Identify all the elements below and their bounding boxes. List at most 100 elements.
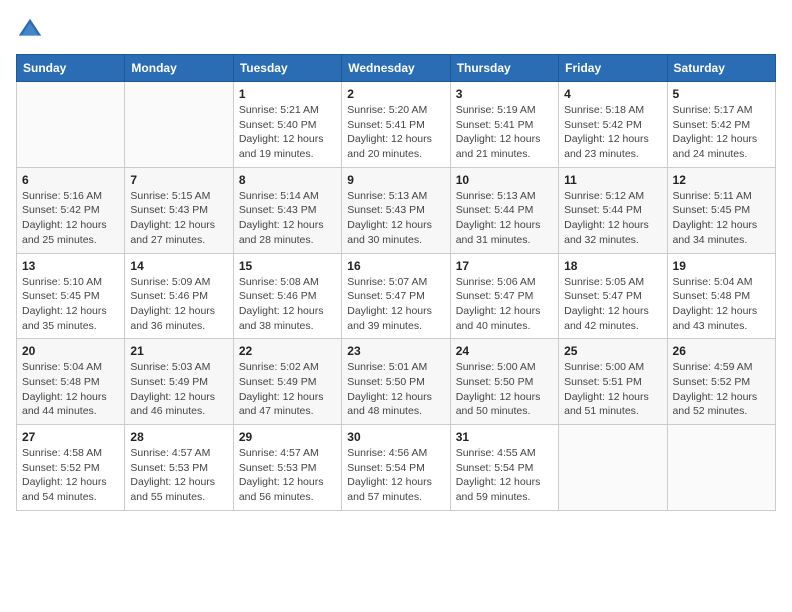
day-number: 19 <box>673 259 770 273</box>
calendar-cell: 1Sunrise: 5:21 AM Sunset: 5:40 PM Daylig… <box>233 82 341 168</box>
day-info: Sunrise: 5:02 AM Sunset: 5:49 PM Dayligh… <box>239 360 336 419</box>
day-number: 11 <box>564 173 661 187</box>
day-of-week-header: Wednesday <box>342 55 450 82</box>
day-number: 5 <box>673 87 770 101</box>
calendar-cell: 20 Sunrise: 5:04 AM Sunset: 5:48 PM Dayli… <box>17 339 125 425</box>
day-of-week-header: Saturday <box>667 55 775 82</box>
calendar-cell: 16 Sunrise: 5:07 AM Sunset: 5:47 PM Dayli… <box>342 253 450 339</box>
day-of-week-header: Tuesday <box>233 55 341 82</box>
day-number: 7 <box>130 173 227 187</box>
day-number: 14 <box>130 259 227 273</box>
day-number: 3 <box>456 87 553 101</box>
day-number: 1 <box>239 87 336 101</box>
day-info: Sunrise: 5:13 AM Sunset: 5:43 PM Dayligh… <box>347 189 444 248</box>
day-info: Sunrise: 5:07 AM Sunset: 5:47 PM Dayligh… <box>347 275 444 334</box>
day-info: Sunrise: 5:04 AM Sunset: 5:48 PM Dayligh… <box>673 275 770 334</box>
day-number: 16 <box>347 259 444 273</box>
calendar-cell: 21 Sunrise: 5:03 AM Sunset: 5:49 PM Dayli… <box>125 339 233 425</box>
calendar-cell: 29 Sunrise: 4:57 AM Sunset: 5:53 PM Dayli… <box>233 425 341 511</box>
day-number: 25 <box>564 344 661 358</box>
calendar-cell: 12 Sunrise: 5:11 AM Sunset: 5:45 PM Dayli… <box>667 167 775 253</box>
calendar-cell: 8Sunrise: 5:14 AM Sunset: 5:43 PM Daylig… <box>233 167 341 253</box>
day-number: 10 <box>456 173 553 187</box>
day-number: 13 <box>22 259 119 273</box>
page-header <box>16 16 776 44</box>
day-number: 22 <box>239 344 336 358</box>
day-info: Sunrise: 5:05 AM Sunset: 5:47 PM Dayligh… <box>564 275 661 334</box>
logo-icon <box>16 16 44 44</box>
day-number: 30 <box>347 430 444 444</box>
day-info: Sunrise: 5:04 AM Sunset: 5:48 PM Dayligh… <box>22 360 119 419</box>
calendar-cell: 24 Sunrise: 5:00 AM Sunset: 5:50 PM Dayli… <box>450 339 558 425</box>
calendar-cell: 28 Sunrise: 4:57 AM Sunset: 5:53 PM Dayli… <box>125 425 233 511</box>
calendar-cell: 23Sunrise: 5:01 AM Sunset: 5:50 PM Dayli… <box>342 339 450 425</box>
day-info: Sunrise: 5:19 AM Sunset: 5:41 PM Dayligh… <box>456 103 553 162</box>
calendar-cell: 5Sunrise: 5:17 AM Sunset: 5:42 PM Daylig… <box>667 82 775 168</box>
calendar-cell: 22 Sunrise: 5:02 AM Sunset: 5:49 PM Dayli… <box>233 339 341 425</box>
day-info: Sunrise: 4:58 AM Sunset: 5:52 PM Dayligh… <box>22 446 119 505</box>
day-info: Sunrise: 5:13 AM Sunset: 5:44 PM Dayligh… <box>456 189 553 248</box>
day-info: Sunrise: 4:57 AM Sunset: 5:53 PM Dayligh… <box>239 446 336 505</box>
calendar-week-row: 20 Sunrise: 5:04 AM Sunset: 5:48 PM Dayli… <box>17 339 776 425</box>
calendar-cell: 6Sunrise: 5:16 AM Sunset: 5:42 PM Daylig… <box>17 167 125 253</box>
calendar-cell: 27 Sunrise: 4:58 AM Sunset: 5:52 PM Dayli… <box>17 425 125 511</box>
calendar-cell: 7 Sunrise: 5:15 AM Sunset: 5:43 PM Daylig… <box>125 167 233 253</box>
day-number: 9 <box>347 173 444 187</box>
day-info: Sunrise: 4:59 AM Sunset: 5:52 PM Dayligh… <box>673 360 770 419</box>
calendar-cell: 10 Sunrise: 5:13 AM Sunset: 5:44 PM Dayli… <box>450 167 558 253</box>
calendar-cell: 18Sunrise: 5:05 AM Sunset: 5:47 PM Dayli… <box>559 253 667 339</box>
day-number: 2 <box>347 87 444 101</box>
day-info: Sunrise: 5:06 AM Sunset: 5:47 PM Dayligh… <box>456 275 553 334</box>
day-number: 29 <box>239 430 336 444</box>
day-info: Sunrise: 5:15 AM Sunset: 5:43 PM Dayligh… <box>130 189 227 248</box>
day-info: Sunrise: 4:56 AM Sunset: 5:54 PM Dayligh… <box>347 446 444 505</box>
day-info: Sunrise: 5:20 AM Sunset: 5:41 PM Dayligh… <box>347 103 444 162</box>
day-info: Sunrise: 5:03 AM Sunset: 5:49 PM Dayligh… <box>130 360 227 419</box>
day-number: 17 <box>456 259 553 273</box>
calendar-cell: 15Sunrise: 5:08 AM Sunset: 5:46 PM Dayli… <box>233 253 341 339</box>
day-of-week-header: Monday <box>125 55 233 82</box>
day-info: Sunrise: 5:00 AM Sunset: 5:50 PM Dayligh… <box>456 360 553 419</box>
calendar-cell <box>125 82 233 168</box>
day-info: Sunrise: 5:12 AM Sunset: 5:44 PM Dayligh… <box>564 189 661 248</box>
day-of-week-header: Friday <box>559 55 667 82</box>
day-info: Sunrise: 5:11 AM Sunset: 5:45 PM Dayligh… <box>673 189 770 248</box>
calendar-cell <box>559 425 667 511</box>
day-number: 15 <box>239 259 336 273</box>
day-number: 12 <box>673 173 770 187</box>
day-number: 4 <box>564 87 661 101</box>
calendar-cell: 2 Sunrise: 5:20 AM Sunset: 5:41 PM Daylig… <box>342 82 450 168</box>
day-info: Sunrise: 5:10 AM Sunset: 5:45 PM Dayligh… <box>22 275 119 334</box>
day-info: Sunrise: 5:16 AM Sunset: 5:42 PM Dayligh… <box>22 189 119 248</box>
calendar-cell: 17 Sunrise: 5:06 AM Sunset: 5:47 PM Dayli… <box>450 253 558 339</box>
calendar-cell: 26 Sunrise: 4:59 AM Sunset: 5:52 PM Dayli… <box>667 339 775 425</box>
calendar-cell: 30 Sunrise: 4:56 AM Sunset: 5:54 PM Dayli… <box>342 425 450 511</box>
calendar-cell: 9 Sunrise: 5:13 AM Sunset: 5:43 PM Daylig… <box>342 167 450 253</box>
calendar-week-row: 13 Sunrise: 5:10 AM Sunset: 5:45 PM Dayli… <box>17 253 776 339</box>
calendar-week-row: 1Sunrise: 5:21 AM Sunset: 5:40 PM Daylig… <box>17 82 776 168</box>
day-info: Sunrise: 5:09 AM Sunset: 5:46 PM Dayligh… <box>130 275 227 334</box>
day-info: Sunrise: 4:57 AM Sunset: 5:53 PM Dayligh… <box>130 446 227 505</box>
calendar-cell: 14 Sunrise: 5:09 AM Sunset: 5:46 PM Dayli… <box>125 253 233 339</box>
day-number: 21 <box>130 344 227 358</box>
day-info: Sunrise: 5:00 AM Sunset: 5:51 PM Dayligh… <box>564 360 661 419</box>
logo <box>16 16 48 44</box>
day-info: Sunrise: 4:55 AM Sunset: 5:54 PM Dayligh… <box>456 446 553 505</box>
calendar-cell: 25 Sunrise: 5:00 AM Sunset: 5:51 PM Dayli… <box>559 339 667 425</box>
day-info: Sunrise: 5:14 AM Sunset: 5:43 PM Dayligh… <box>239 189 336 248</box>
calendar-cell <box>17 82 125 168</box>
calendar-cell: 13 Sunrise: 5:10 AM Sunset: 5:45 PM Dayli… <box>17 253 125 339</box>
day-number: 27 <box>22 430 119 444</box>
calendar-week-row: 6Sunrise: 5:16 AM Sunset: 5:42 PM Daylig… <box>17 167 776 253</box>
day-number: 31 <box>456 430 553 444</box>
day-number: 28 <box>130 430 227 444</box>
calendar-cell: 4Sunrise: 5:18 AM Sunset: 5:42 PM Daylig… <box>559 82 667 168</box>
calendar-header-row: SundayMondayTuesdayWednesdayThursdayFrid… <box>17 55 776 82</box>
calendar-cell: 3 Sunrise: 5:19 AM Sunset: 5:41 PM Daylig… <box>450 82 558 168</box>
day-number: 20 <box>22 344 119 358</box>
day-number: 24 <box>456 344 553 358</box>
day-number: 26 <box>673 344 770 358</box>
calendar-week-row: 27 Sunrise: 4:58 AM Sunset: 5:52 PM Dayli… <box>17 425 776 511</box>
day-info: Sunrise: 5:01 AM Sunset: 5:50 PM Dayligh… <box>347 360 444 419</box>
calendar-cell <box>667 425 775 511</box>
